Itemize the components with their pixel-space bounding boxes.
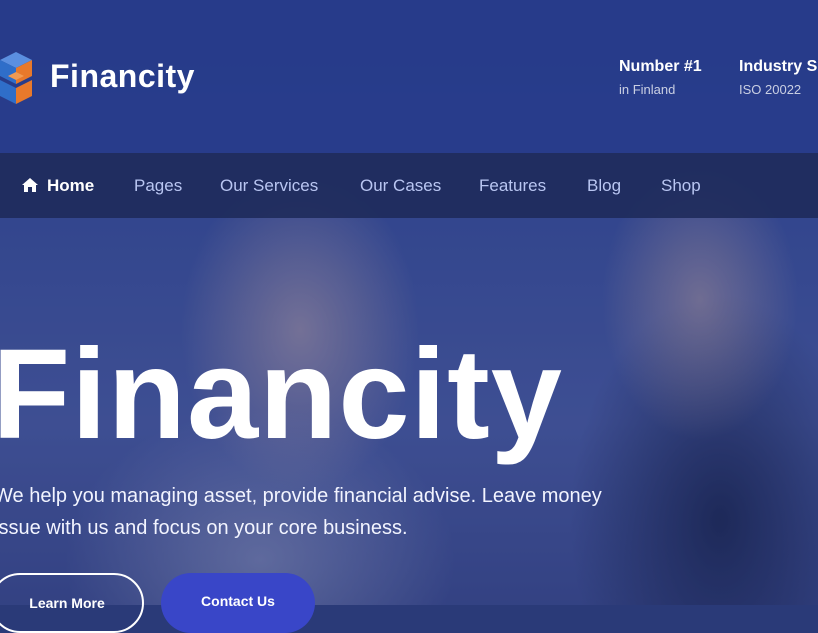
nav-item-label: Features [479,176,547,195]
info-subtitle: in Finland [619,82,676,97]
nav-item-blog[interactable]: Blog [587,153,621,218]
nav-item-our-cases[interactable]: Our Cases [360,153,441,218]
nav-item-label: Home [47,176,95,195]
nav-item-home[interactable]: Home [22,153,94,218]
home-icon [22,178,38,193]
nav-item-our-services[interactable]: Our Services [220,153,318,218]
learn-more-button[interactable]: Learn More [0,573,144,633]
cube-logo-icon[interactable] [0,52,32,104]
nav-item-features[interactable]: Features [479,153,546,218]
nav-item-pages[interactable]: Pages [134,153,182,218]
info-subtitle: ISO 20022 [739,82,802,97]
hero-description: We help you managing asset, provide fina… [0,485,602,539]
hero-title: Financity [0,323,563,466]
brand-name[interactable]: Financity [50,58,195,95]
nav-item-label: Shop [661,176,701,195]
contact-us-button[interactable]: Contact Us [161,573,315,633]
top-header: Financity Number #1 in Finland Industry … [0,0,818,153]
nav-item-label: Pages [134,176,183,195]
info-title: Industry S [739,58,818,75]
nav-item-label: Blog [587,176,622,195]
main-navigation: Home Pages Our Services Our Cases Featur… [0,153,818,218]
info-title: Number #1 [619,58,702,75]
info-number-one: Number #1 in Finland [619,58,702,97]
nav-item-label: Our Services [220,176,319,195]
nav-item-label: Our Cases [360,176,442,195]
nav-item-shop[interactable]: Shop [661,153,701,218]
info-industry: Industry S ISO 20022 [739,58,817,97]
